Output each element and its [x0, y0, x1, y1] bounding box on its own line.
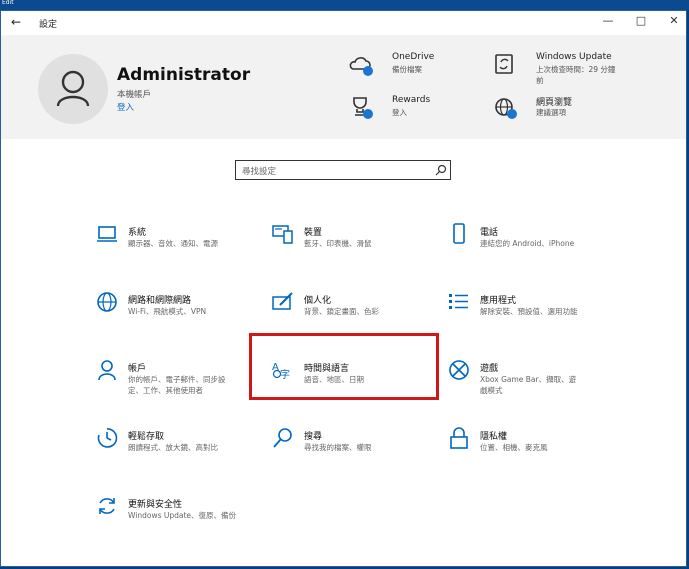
status-badge: [507, 109, 517, 119]
service-title: OneDrive: [392, 52, 435, 62]
window-title: 設定: [39, 20, 58, 30]
status-badge: [363, 109, 373, 119]
service-subtitle: 上次檢查時間：29 分鐘前: [536, 65, 616, 85]
update-icon: [495, 54, 513, 74]
category-desc: Wi-Fi、飛航模式、VPN: [128, 307, 207, 316]
sign-in-link[interactable]: 登入: [117, 101, 134, 113]
xbox-icon: [449, 360, 469, 380]
service-windows-update[interactable]: Windows Update 上次檢查時間：29 分鐘前: [492, 52, 642, 86]
category-name: 個人化: [304, 296, 332, 306]
back-arrow-icon[interactable]: ←: [11, 15, 21, 29]
category-phone[interactable]: 電話 連結您的 Android、iPhone: [448, 223, 608, 263]
category-network[interactable]: 網路和網際網路 Wi-Fi、飛航模式、VPN: [96, 291, 256, 331]
category-name: 裝置: [304, 228, 323, 238]
category-search[interactable]: 搜尋 尋找我的檔案、權限: [272, 427, 432, 467]
globe-icon: [97, 292, 117, 312]
category-desc: Windows Update、復原、備份: [128, 511, 237, 520]
category-name: 電話: [480, 228, 499, 238]
category-desc: 位置、相機、麥克風: [480, 443, 548, 452]
status-badge: [363, 66, 373, 76]
category-ease-of-access[interactable]: 輕鬆存取 朗讀程式、放大鏡、高對比: [96, 427, 256, 467]
category-update-security[interactable]: 更新與安全性 Windows Update、復原、備份: [96, 495, 256, 535]
search-input[interactable]: 尋找設定: [235, 160, 451, 180]
category-name: 網路和網際網路: [128, 296, 192, 306]
category-desc: 尋找我的檔案、權限: [304, 443, 372, 452]
account-type: 本機帳戶: [117, 90, 152, 100]
category-desc: 藍牙、印表機、滑鼠: [304, 239, 372, 248]
category-name: 輕鬆存取: [128, 432, 165, 442]
category-desc: 背景、鎖定畫面、色彩: [304, 307, 379, 316]
lock-icon: [450, 427, 468, 449]
service-title: Rewards: [392, 95, 431, 105]
category-gaming[interactable]: 遊戲 Xbox Game Bar、擷取、遊戲模式: [448, 359, 608, 399]
category-apps[interactable]: 應用程式 解除安裝、預設值、選用功能: [448, 291, 608, 331]
category-name: 隱私權: [480, 432, 508, 442]
category-devices[interactable]: 裝置 藍牙、印表機、滑鼠: [272, 223, 432, 263]
service-web-browsing[interactable]: 網頁瀏覽 建議選項: [492, 95, 642, 129]
category-name: 搜尋: [304, 432, 323, 442]
category-name: 帳戶: [128, 364, 147, 374]
laptop-icon: [97, 226, 117, 242]
category-accounts[interactable]: 帳戶 你的帳戶、電子郵件、同步設定、工作、其他使用者: [96, 359, 256, 399]
avatar[interactable]: [38, 54, 108, 124]
category-name: 遊戲: [480, 364, 499, 374]
desktop-strip: Edit: [0, 0, 689, 10]
category-desc: Xbox Game Bar、擷取、遊戲模式: [480, 375, 577, 395]
highlight-box: [249, 333, 439, 400]
person-icon: [56, 70, 90, 107]
service-onedrive[interactable]: OneDrive 備份檔案: [348, 52, 488, 86]
category-desc: 顯示器、音效、通知、電源: [128, 239, 218, 248]
account-header: Administrator 本機帳戶 登入 OneDrive 備份檔案 Wind…: [1, 35, 686, 139]
paint-icon: [272, 292, 293, 310]
person-icon: [98, 360, 116, 381]
search-icon[interactable]: [435, 164, 447, 176]
category-desc: 朗讀程式、放大鏡、高對比: [128, 443, 218, 452]
apps-list-icon: [449, 294, 468, 309]
close-button[interactable]: ✕: [663, 14, 685, 30]
keyboard-icon: [272, 225, 293, 244]
service-rewards[interactable]: Rewards 登入: [348, 95, 488, 129]
search-icon: [273, 428, 292, 448]
category-name: 系統: [128, 228, 147, 238]
desktop-corner-text: Edit: [2, 0, 14, 6]
title-bar: ← 設定 — □ ✕: [1, 11, 686, 35]
phone-icon: [453, 223, 465, 244]
category-desc: 你的帳戶、電子郵件、同步設定、工作、其他使用者: [128, 375, 226, 395]
settings-window: ← 設定 — □ ✕ Administrator 本機帳戶 登入 OneDriv…: [0, 10, 687, 567]
service-subtitle: 建議選項: [536, 108, 566, 117]
category-personalization[interactable]: 個人化 背景、鎖定畫面、色彩: [272, 291, 432, 331]
search-placeholder: 尋找設定: [242, 167, 277, 177]
service-subtitle: 登入: [392, 108, 407, 117]
category-desc: 解除安裝、預設值、選用功能: [480, 307, 578, 316]
minimize-button[interactable]: —: [597, 14, 619, 30]
refresh-icon: [99, 498, 115, 514]
service-subtitle: 備份檔案: [392, 65, 422, 74]
maximize-button[interactable]: □: [630, 14, 652, 30]
ease-of-access-icon: [97, 428, 118, 448]
category-name: 更新與安全性: [128, 500, 183, 510]
category-system[interactable]: 系統 顯示器、音效、通知、電源: [96, 223, 256, 263]
category-privacy[interactable]: 隱私權 位置、相機、麥克風: [448, 427, 608, 467]
service-title: Windows Update: [536, 52, 612, 62]
category-name: 應用程式: [480, 296, 517, 306]
account-name: Administrator: [117, 65, 251, 85]
category-desc: 連結您的 Android、iPhone: [480, 239, 575, 248]
